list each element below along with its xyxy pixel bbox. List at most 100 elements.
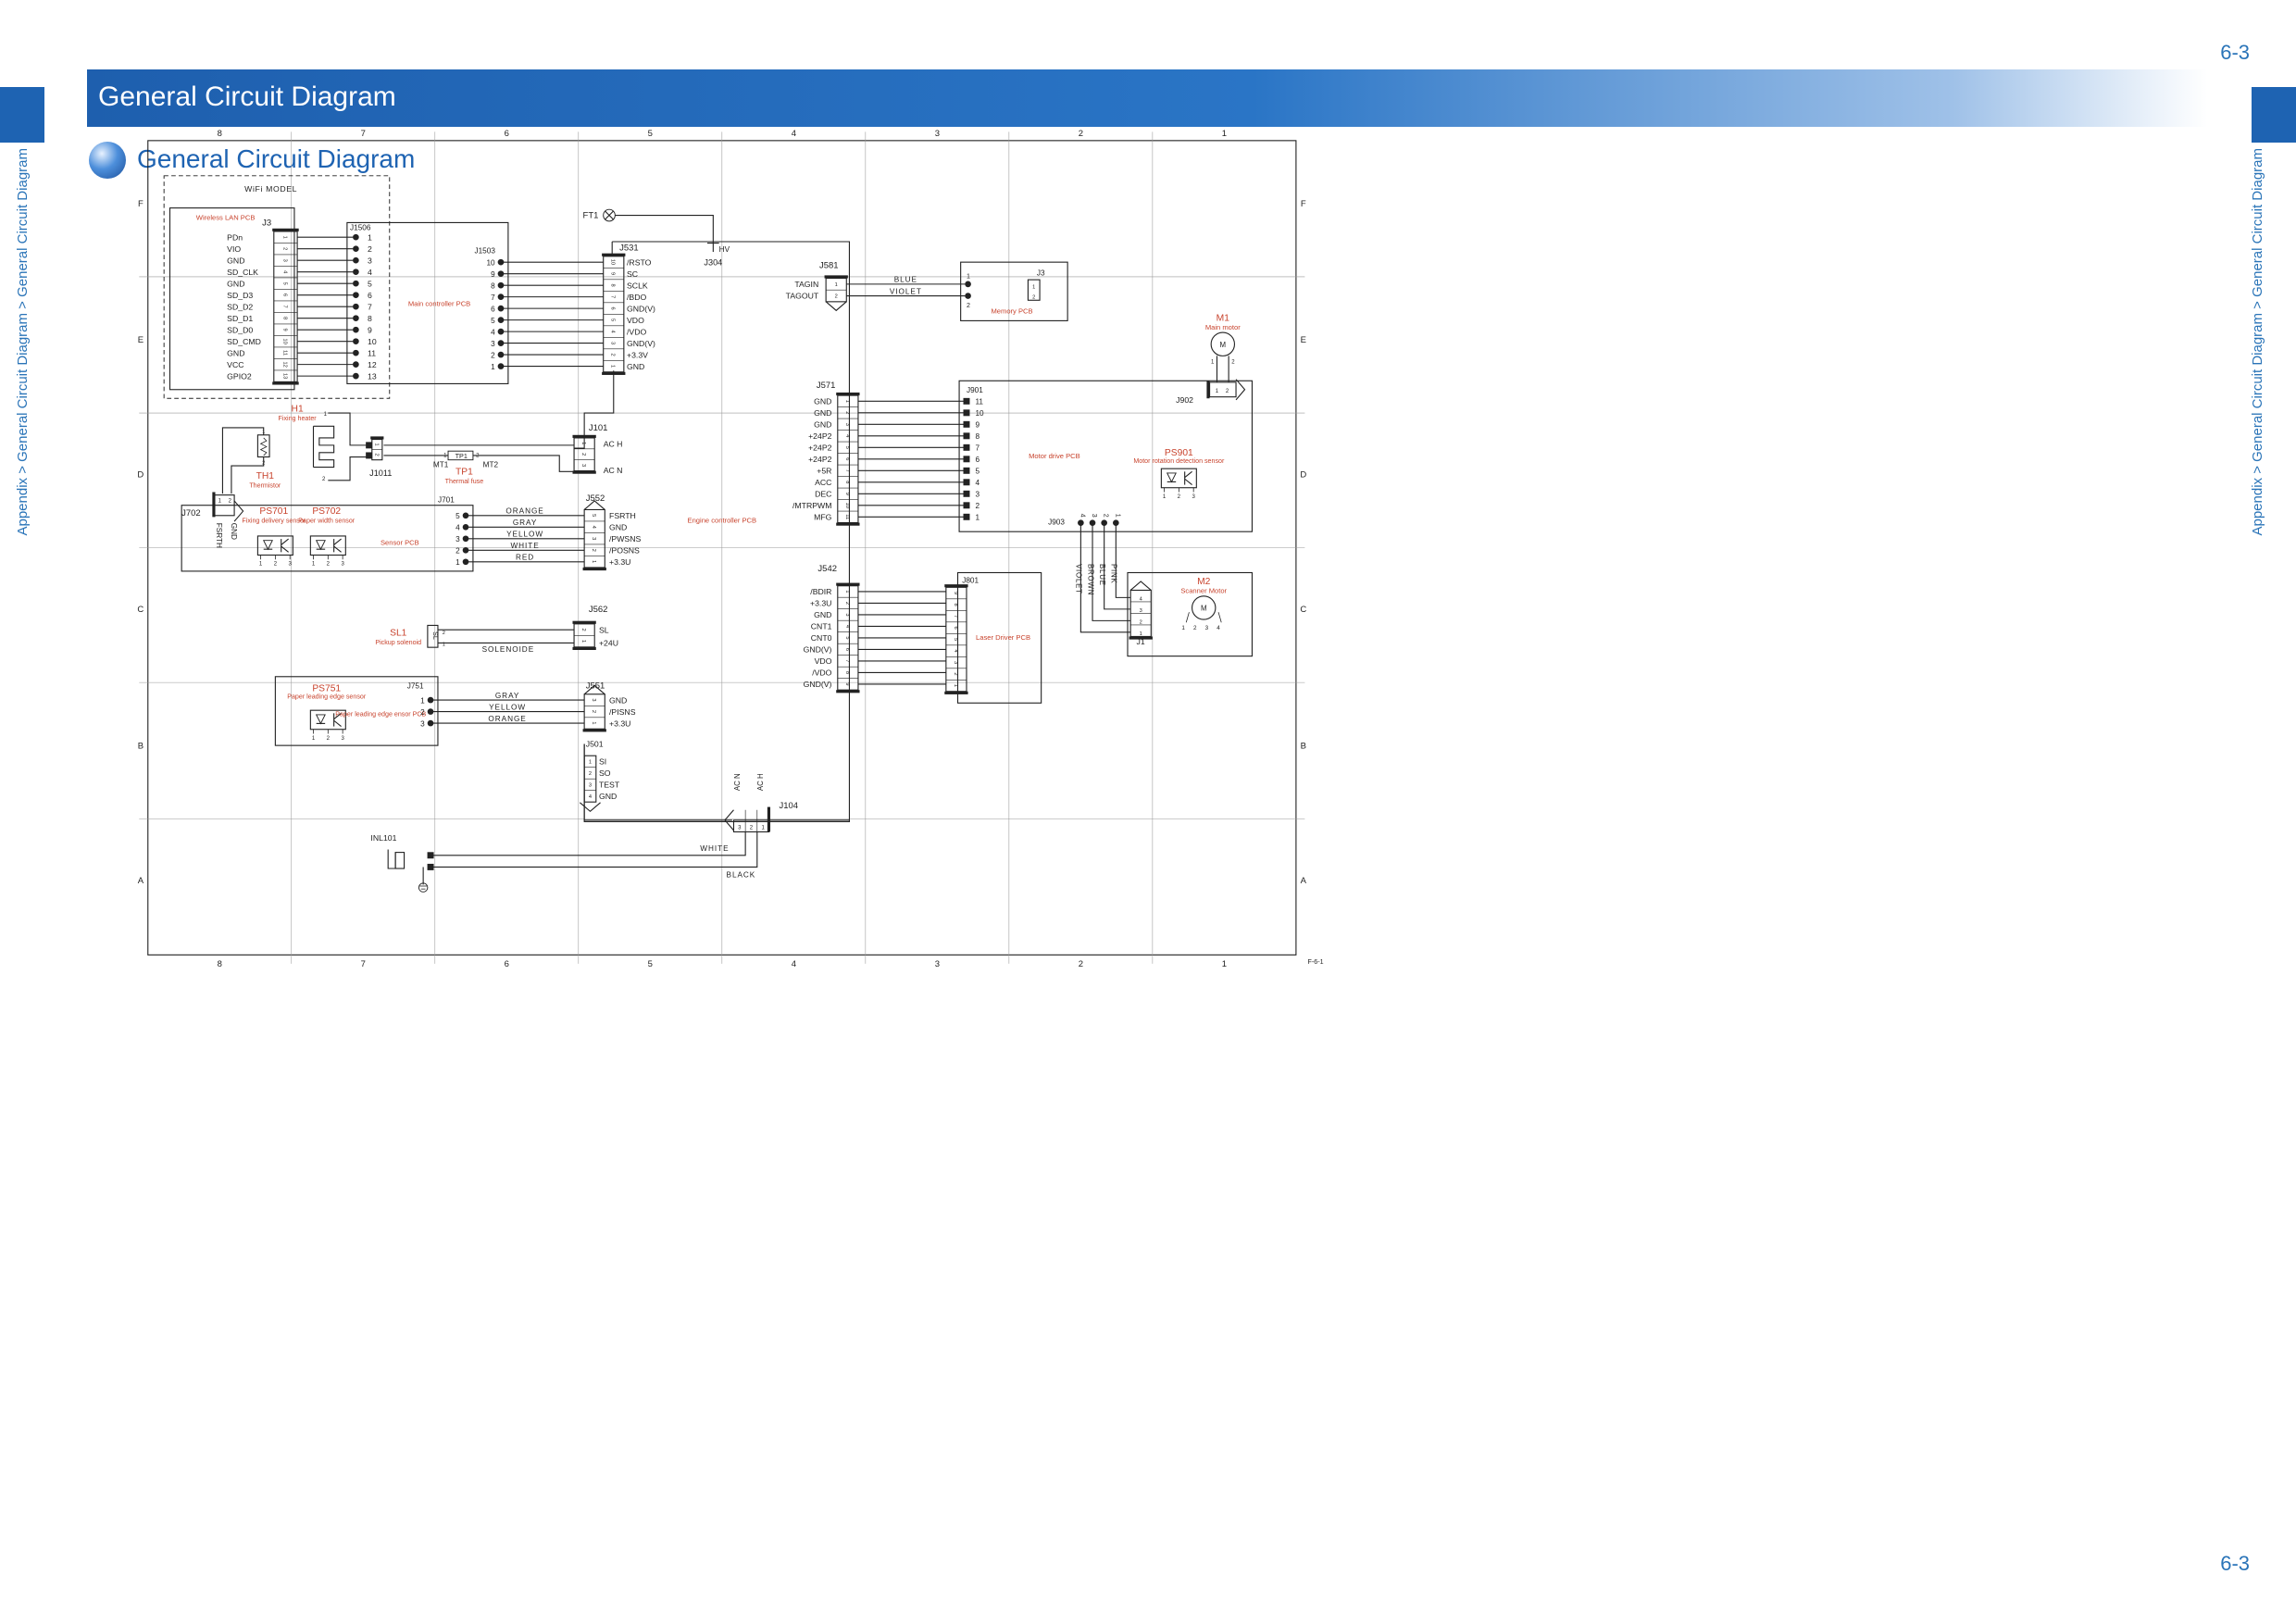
- j1503-pin: 2: [491, 351, 495, 359]
- ps751-pcb-label: Paper leading edge ensor PCB: [335, 711, 426, 718]
- j552-conn-pin: 3: [591, 537, 596, 540]
- ps751-sensor-pin: 3: [341, 736, 344, 742]
- wifi-dot: [353, 256, 359, 264]
- j902-conn: [1209, 381, 1237, 398]
- wifi-signal: VCC: [227, 360, 243, 369]
- j1503-pin: 10: [486, 258, 495, 267]
- m1-symbol: M: [1220, 341, 1227, 349]
- j571-conn-pin: 5: [844, 446, 850, 449]
- j101-ac-n: AC N: [604, 466, 623, 475]
- j701-wire-color: ORANGE: [505, 507, 543, 516]
- j542-signal: VDO: [815, 656, 832, 666]
- j542-signal: /VDO: [812, 668, 831, 678]
- m2-pin: 1: [1181, 625, 1185, 631]
- j531-signal: +3.3V: [627, 350, 648, 359]
- ps702-sensor-transistor-e: [333, 545, 342, 553]
- j1506-pin: 12: [368, 360, 377, 369]
- j501-conn-pin: 2: [589, 771, 592, 777]
- j101-conn-pin: 3: [580, 464, 586, 467]
- j1506-pin: 5: [368, 279, 372, 288]
- m1-pin: 1: [1211, 359, 1215, 365]
- memory-wire-color: VIOLET: [890, 287, 922, 295]
- grid-col-bottom: 7: [361, 959, 366, 969]
- sl1-pin: 2: [443, 631, 445, 636]
- wifi-j3-pin: 11: [281, 350, 287, 356]
- j1506-pin: 11: [368, 348, 376, 357]
- memory-pin: 2: [967, 302, 970, 309]
- j1011-conn-pin: 2: [373, 454, 379, 456]
- grid-row-left: B: [138, 741, 144, 751]
- j571-conn-pin: 6: [844, 457, 850, 460]
- wifi-dot: [353, 280, 359, 287]
- wifi-dot: [353, 361, 359, 368]
- solenoid-wire-label: SOLENOIDE: [482, 645, 535, 654]
- wifi-j3-pin: 10: [281, 338, 287, 344]
- j571-signal: DEC: [815, 489, 831, 498]
- j571-conn-pin: 2: [844, 411, 850, 414]
- j531-signal: SC: [627, 269, 638, 279]
- grid-col-top: 6: [505, 129, 509, 139]
- j701-pin: 2: [455, 546, 460, 555]
- j501-signal: TEST: [599, 781, 620, 790]
- j531-conn-pin: 10: [610, 259, 616, 265]
- j701-wire-color: WHITE: [510, 542, 539, 550]
- j571-signal: +24P2: [808, 455, 832, 464]
- j1-pin: 3: [1140, 608, 1142, 614]
- ps701-sensor-transistor-e: [281, 545, 289, 553]
- j542-conn-pin: 3: [844, 613, 850, 616]
- circuit-diagram: 8877665544332211F FE ED DC CB BA AF-6-1WiFi MO…: [137, 129, 1323, 969]
- th1-resistor-icon: [259, 437, 268, 456]
- grid-col-bottom: 8: [218, 959, 222, 969]
- grid-col-top: 7: [361, 129, 366, 139]
- memory-dot: [965, 281, 971, 288]
- wifi-dot: [353, 372, 359, 380]
- j562-name: J562: [589, 605, 608, 615]
- j1011-dot: [366, 442, 373, 449]
- j552-signal: FSRTH: [609, 511, 636, 520]
- j104-pin: 1: [761, 825, 765, 831]
- tp1-pin: 2: [476, 454, 480, 459]
- j542-name: J542: [817, 564, 837, 574]
- tp1-name: TP1: [455, 468, 473, 478]
- wifi-dot: [353, 269, 359, 275]
- j531-conn-pin: 5: [610, 319, 616, 321]
- j901-pin: 2: [975, 502, 980, 510]
- j702-signal: GND: [230, 523, 238, 540]
- j531-conn-key: [602, 253, 626, 256]
- j901-pin: 5: [975, 467, 980, 475]
- wifi-signal: SD_CLK: [227, 268, 258, 277]
- wifi-j3-pin: 13: [281, 373, 287, 379]
- ps701-sensor-body: [256, 535, 293, 556]
- j571-name: J571: [817, 381, 836, 391]
- j531-signal: VDO: [627, 316, 644, 325]
- j903-name: J903: [1048, 518, 1065, 526]
- grid-col-bottom: 6: [505, 959, 509, 969]
- j571-signal: MFG: [814, 512, 832, 521]
- wifi-signal: SD_D3: [227, 291, 253, 300]
- j903-pin: 4: [1079, 514, 1086, 518]
- inlet-wire: [430, 831, 746, 856]
- j751-name: J751: [407, 681, 424, 690]
- ps901-sensor-transistor-e: [1184, 478, 1192, 486]
- j901-pin: 1: [975, 513, 980, 521]
- j801-conn-key: [944, 584, 968, 588]
- wifi-signal: GPIO2: [227, 371, 252, 381]
- j1503-pin: 5: [491, 317, 495, 325]
- j531-signal: SCLK: [627, 281, 648, 290]
- j552-conn-pin: 5: [591, 514, 596, 517]
- j901-pin-marker: [963, 432, 970, 440]
- j501-signal: SI: [599, 757, 606, 767]
- j1011-conn-pin: 1: [373, 443, 379, 445]
- j702-name: J702: [181, 508, 201, 518]
- j581-housing: [825, 301, 847, 312]
- j1506-pin: 3: [368, 256, 372, 265]
- j542-signal: GND(V): [804, 645, 832, 655]
- j531-signal: /RSTO: [627, 257, 652, 267]
- j581-conn-pin: 1: [835, 282, 838, 288]
- j101-name: J101: [589, 423, 608, 433]
- th1-name: TH1: [256, 471, 275, 481]
- j551-signal: /PISNS: [609, 707, 636, 717]
- scanner-wire-color: BLUE: [1098, 564, 1106, 586]
- j1503-pin: 1: [491, 363, 495, 371]
- ps702-sensor-pin: 3: [341, 562, 344, 568]
